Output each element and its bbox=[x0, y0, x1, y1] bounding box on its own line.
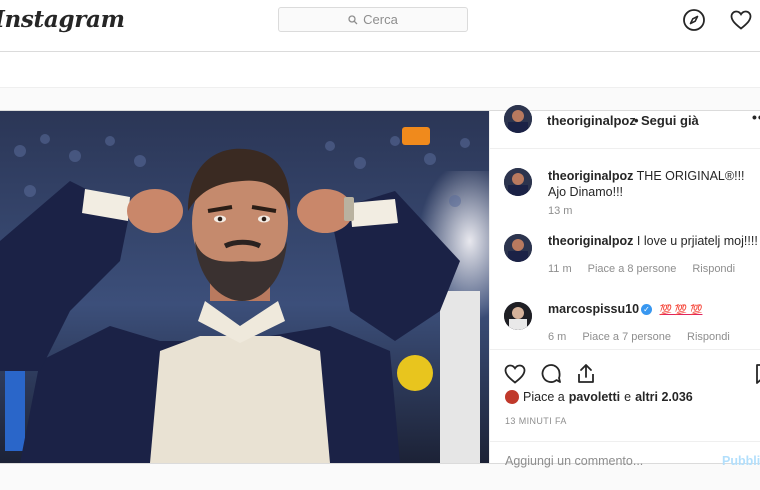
search-placeholder: Cerca bbox=[363, 12, 398, 27]
comment-meta: 13 m bbox=[548, 205, 572, 217]
comment-username[interactable]: theoriginalpoz bbox=[548, 234, 633, 248]
top-navigation-bar: Instagram Cerca bbox=[0, 0, 760, 52]
stories-strip bbox=[0, 52, 760, 88]
header-separator: • bbox=[634, 113, 639, 128]
likes-user-link[interactable]: pavoletti bbox=[569, 390, 620, 404]
search-icon bbox=[348, 14, 358, 24]
comment-time: 6 m bbox=[548, 331, 567, 343]
comment-username[interactable]: marcospissu10 bbox=[548, 302, 639, 316]
post-photo[interactable] bbox=[0, 111, 489, 463]
heart-icon[interactable] bbox=[729, 8, 753, 32]
comment-text: theoriginalpoz I love u prjiatelj moj!!!… bbox=[548, 233, 758, 249]
comment-text: marcospissu10 ✓ 💯 💯 💯 bbox=[548, 301, 758, 319]
search-input[interactable]: Cerca bbox=[278, 7, 468, 32]
post-actions: Piace a pavoletti e altri 2.036 13 MINUT… bbox=[490, 349, 760, 449]
comment-time: 11 m bbox=[548, 263, 572, 275]
instagram-logo[interactable]: Instagram bbox=[0, 6, 125, 33]
comment-avatar[interactable] bbox=[504, 168, 532, 196]
likes-summary: Piace a pavoletti e altri 2.036 bbox=[505, 390, 693, 404]
comment-meta: 11 m Piace a 8 persone Rispondi bbox=[548, 263, 735, 275]
comment-likes-link[interactable]: Piace a 7 persone bbox=[582, 331, 671, 343]
likes-others-link[interactable]: altri 2.036 bbox=[635, 390, 693, 404]
comment-username[interactable]: theoriginalpoz bbox=[548, 169, 633, 183]
reply-button[interactable]: Rispondi bbox=[687, 331, 730, 343]
heart-icon[interactable] bbox=[503, 362, 527, 386]
comment-avatar[interactable] bbox=[504, 302, 532, 330]
verified-badge-icon: ✓ bbox=[641, 304, 653, 315]
author-avatar[interactable] bbox=[504, 105, 532, 133]
add-comment-bar: Aggiungi un commento... Pubblica bbox=[490, 441, 760, 468]
comment-text: theoriginalpoz THE ORIGINAL®!!! Ajo Dina… bbox=[548, 168, 758, 200]
comment-time: 13 m bbox=[548, 205, 573, 217]
compass-icon[interactable] bbox=[682, 8, 706, 32]
publish-button[interactable]: Pubblica bbox=[722, 454, 760, 468]
comment-meta: 6 m Piace a 7 persone Rispondi bbox=[548, 331, 730, 343]
liker-avatar[interactable] bbox=[505, 390, 519, 404]
bookmark-icon[interactable] bbox=[752, 362, 760, 386]
post-header: theoriginalpoz • Segui già ••• bbox=[490, 105, 760, 149]
comments-list: theoriginalpoz THE ORIGINAL®!!! Ajo Dina… bbox=[490, 150, 760, 349]
post-card: theoriginalpoz • Segui già ••• theorigin… bbox=[0, 105, 760, 468]
post-side-panel: theoriginalpoz • Segui già ••• theorigin… bbox=[489, 105, 760, 468]
follow-status-button[interactable]: Segui già bbox=[641, 113, 699, 128]
more-horizontal-icon[interactable]: ••• bbox=[752, 109, 760, 125]
likes-prefix: Piace a bbox=[523, 390, 565, 404]
author-username[interactable]: theoriginalpoz bbox=[547, 113, 636, 128]
comment-body: I love u prjiatelj moj!!!! bbox=[636, 234, 758, 248]
reply-button[interactable]: Rispondi bbox=[692, 263, 735, 275]
comment-icon[interactable] bbox=[539, 362, 563, 386]
likes-mid: e bbox=[624, 390, 632, 404]
post-timestamp[interactable]: 13 MINUTI FA bbox=[505, 416, 567, 426]
comment-body: 💯 💯 💯 bbox=[659, 305, 703, 316]
comment-avatar[interactable] bbox=[504, 234, 532, 262]
add-comment-input[interactable]: Aggiungi un commento... bbox=[505, 454, 643, 468]
share-icon[interactable] bbox=[574, 362, 598, 386]
comment-likes-link[interactable]: Piace a 8 persone bbox=[588, 263, 677, 275]
